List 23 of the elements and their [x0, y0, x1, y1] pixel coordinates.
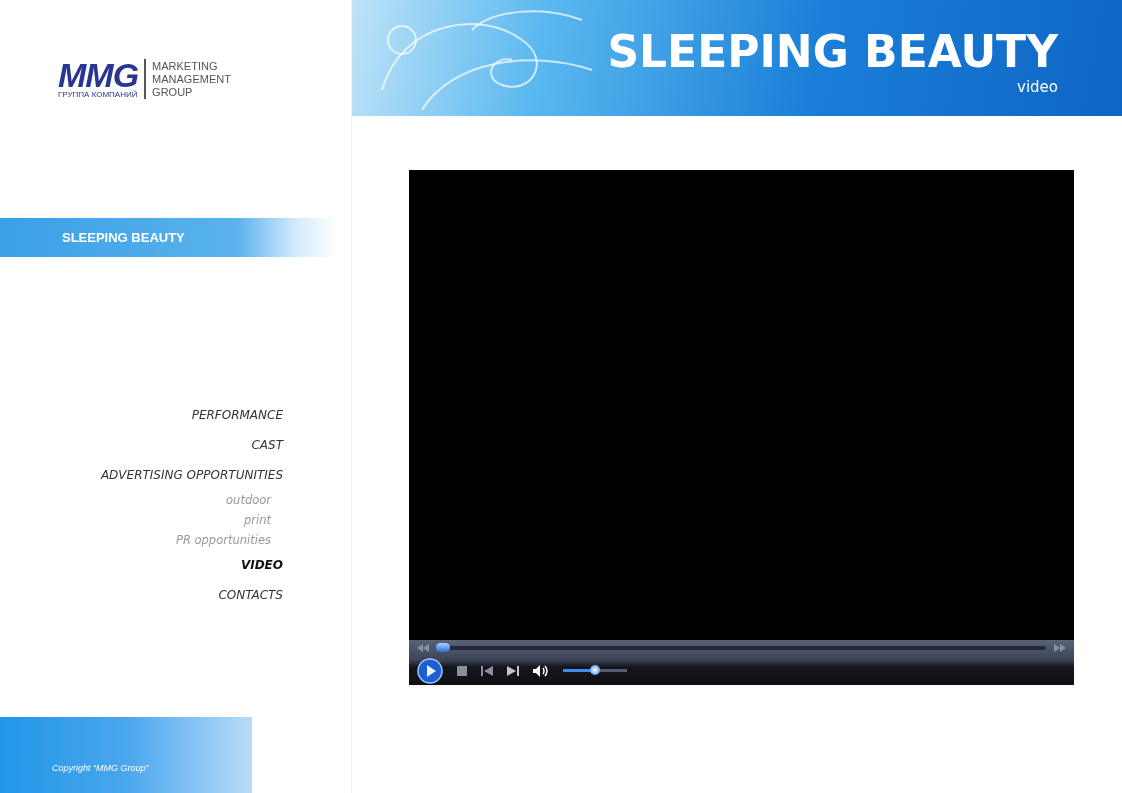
volume-icon[interactable]: [533, 664, 549, 677]
logo-mark: MMG: [58, 59, 139, 90]
section-title: SLEEPING BEAUTY: [62, 230, 185, 245]
rewind-icon[interactable]: [417, 644, 429, 652]
nav-item[interactable]: PERFORMANCE: [191, 400, 283, 430]
fast-forward-icon[interactable]: [1054, 644, 1066, 652]
logo-text: MANAGEMENT: [152, 72, 231, 86]
page-title: SLEEPING BEAUTY: [607, 26, 1058, 78]
page-subtitle: video: [1017, 78, 1058, 96]
logo-text: GROUP: [152, 85, 194, 99]
logo-text: MARKETING: [152, 59, 219, 73]
nav-item[interactable]: CAST: [251, 430, 283, 460]
nav-item[interactable]: CONTACTS: [218, 580, 283, 610]
play-button[interactable]: [417, 657, 443, 684]
seek-thumb[interactable]: [436, 643, 451, 652]
nav-item[interactable]: ADVERTISING OPPORTUNITIES: [100, 460, 283, 490]
volume-thumb[interactable]: [590, 665, 600, 675]
previous-icon[interactable]: [481, 665, 493, 676]
logo-tagline: ГРУППА КОМПАНИЙ: [58, 89, 138, 99]
copyright-text: Copyright “MMG Group”: [52, 763, 149, 773]
next-icon[interactable]: [507, 665, 519, 676]
stop-icon[interactable]: [457, 665, 467, 676]
nav-item[interactable]: VIDEO: [240, 550, 283, 580]
